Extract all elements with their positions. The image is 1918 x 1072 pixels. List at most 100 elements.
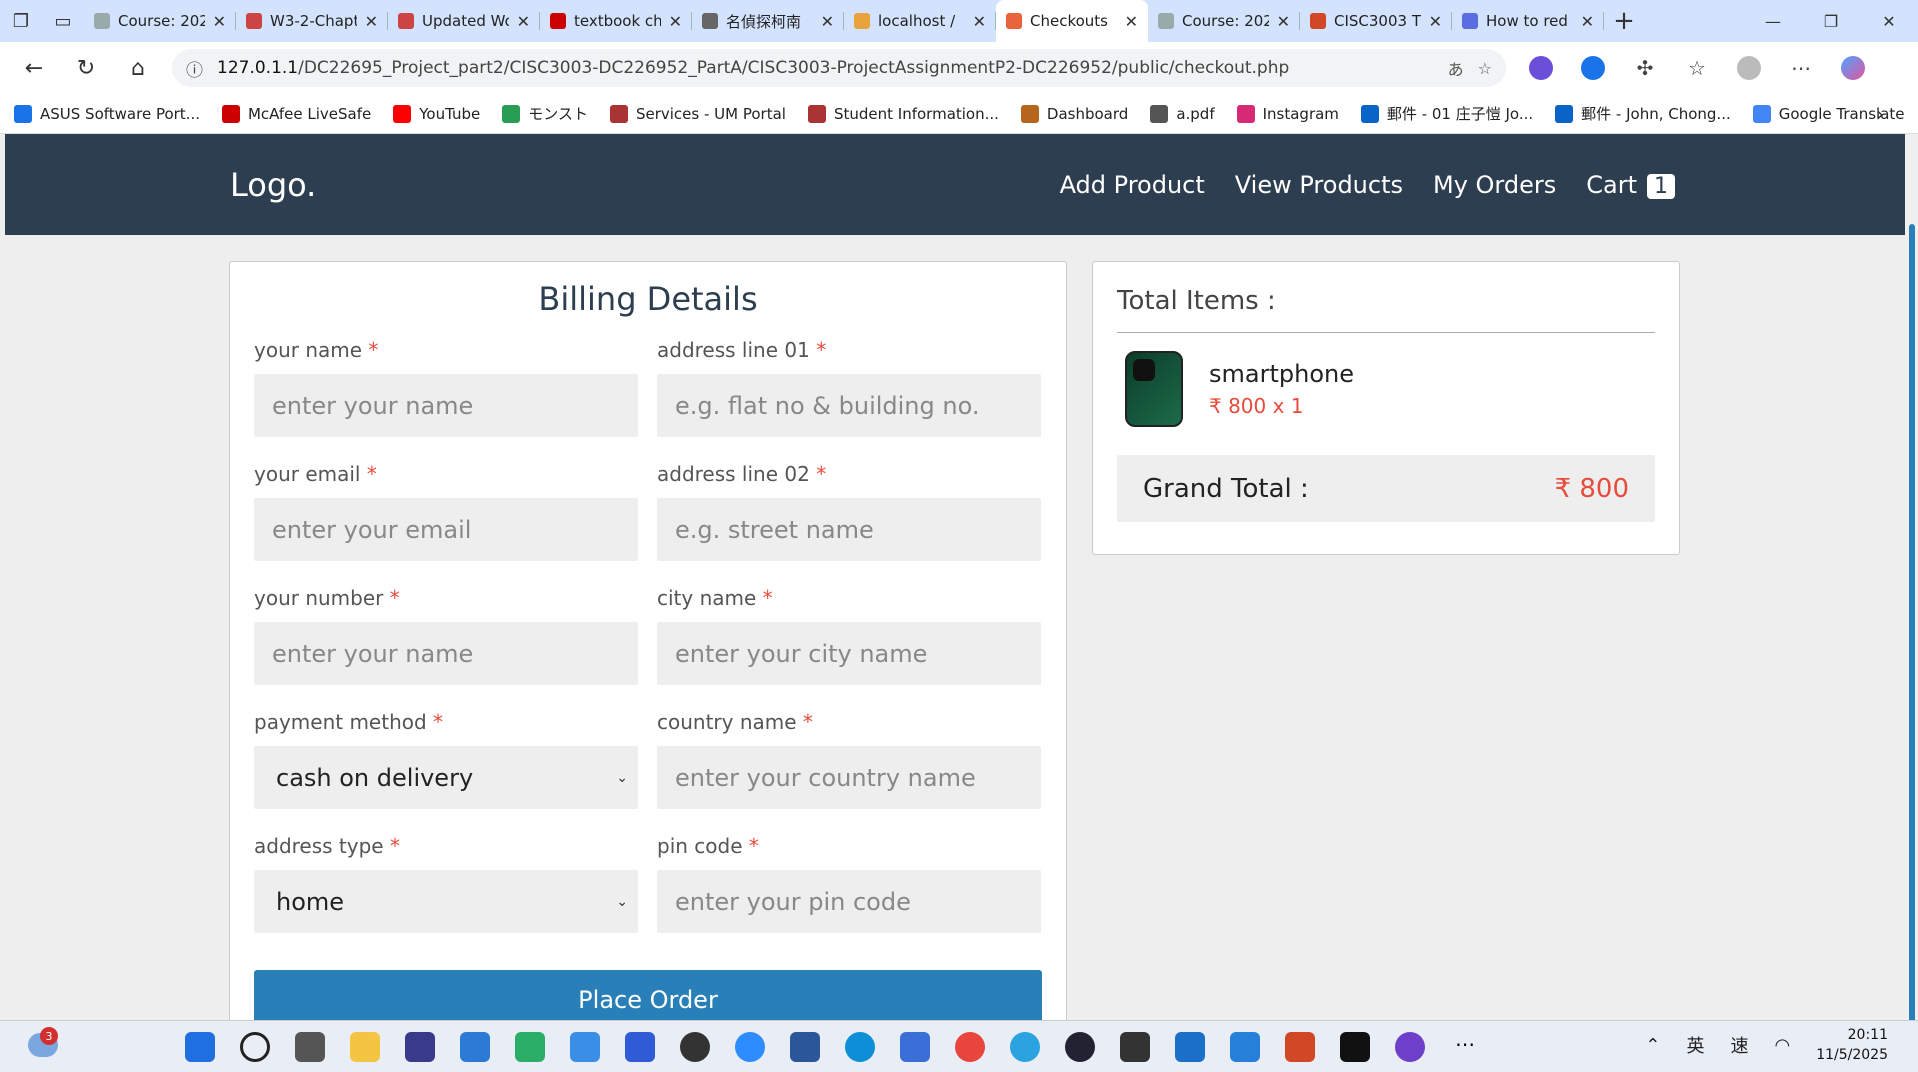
extension-icon[interactable]	[1578, 53, 1608, 83]
text-input[interactable]: enter your email	[254, 498, 638, 561]
ime-mode-indicator[interactable]: 速	[1730, 1032, 1748, 1058]
select-field[interactable]: cash on delivery ⌄	[254, 746, 638, 809]
browser-tab[interactable]: Course: 2025 ✕	[1148, 0, 1300, 42]
start-icon[interactable]	[185, 1032, 215, 1062]
browser-tab[interactable]: 名偵探柯南 ✕	[692, 0, 844, 42]
close-tab-icon[interactable]: ✕	[1125, 12, 1138, 31]
app-icon[interactable]	[1230, 1032, 1260, 1062]
ime-indicator[interactable]: 英	[1686, 1032, 1704, 1058]
home-icon[interactable]: ⌂	[112, 42, 164, 94]
browser-tab[interactable]: Updated Wo ✕	[388, 0, 540, 42]
nav-add-product[interactable]: Add Product	[1060, 171, 1205, 199]
extensions-puzzle-icon[interactable]: ✣	[1630, 53, 1660, 83]
edge-icon[interactable]	[845, 1032, 875, 1062]
select-field[interactable]: home ⌄	[254, 870, 638, 933]
extension-icon[interactable]	[1526, 53, 1556, 83]
translate-icon[interactable]: あ	[1448, 56, 1464, 80]
browser-tab[interactable]: localhost / ✕	[844, 0, 996, 42]
terminal-icon[interactable]	[1120, 1032, 1150, 1062]
app-icon[interactable]	[1065, 1032, 1095, 1062]
telegram-icon[interactable]	[1010, 1032, 1040, 1062]
clock[interactable]: 20:11 11/5/2025	[1816, 1025, 1888, 1065]
app-icon[interactable]	[1175, 1032, 1205, 1062]
close-tab-icon[interactable]: ✕	[669, 12, 682, 31]
bookmark-item[interactable]: Dashboard	[1020, 103, 1128, 124]
copilot-icon[interactable]	[1838, 53, 1868, 83]
new-tab-button[interactable]: +	[1604, 0, 1644, 42]
close-tab-icon[interactable]: ✕	[1429, 12, 1442, 31]
favorite-star-icon[interactable]: ☆	[1478, 59, 1492, 78]
tab-actions-icon[interactable]: ▭	[42, 0, 84, 42]
bookmark-item[interactable]: Instagram	[1236, 103, 1339, 124]
favorites-icon[interactable]: ☆	[1682, 53, 1712, 83]
text-input[interactable]: enter your city name	[657, 622, 1041, 685]
reload-icon[interactable]: ↻	[60, 42, 112, 94]
console-icon[interactable]	[1340, 1032, 1370, 1062]
more-menu-icon[interactable]: ⋯	[1786, 53, 1816, 83]
close-tab-icon[interactable]: ✕	[821, 12, 834, 31]
address-bar[interactable]: ⓘ 127.0.1.1/DC22695_Project_part2/CISC30…	[172, 49, 1506, 87]
text-input[interactable]: enter your name	[254, 374, 638, 437]
site-info-icon[interactable]: ⓘ	[186, 56, 203, 81]
snipping-tool-icon[interactable]	[460, 1032, 490, 1062]
browser-tab[interactable]: Course: 2025 ✕	[84, 0, 236, 42]
task-view-icon[interactable]	[295, 1032, 325, 1062]
browser-tab[interactable]: How to red ✕	[1452, 0, 1604, 42]
powerpoint-icon[interactable]	[1285, 1032, 1315, 1062]
text-input[interactable]: enter your country name	[657, 746, 1041, 809]
more-apps-icon[interactable]: ⋯	[1450, 1032, 1480, 1062]
bookmark-item[interactable]: YouTube	[393, 103, 480, 124]
close-tab-icon[interactable]: ✕	[973, 12, 986, 31]
chrome-icon[interactable]	[955, 1032, 985, 1062]
text-input[interactable]: enter your pin code	[657, 870, 1041, 933]
bookmark-item[interactable]: 郵件 - John, Chong...	[1555, 103, 1731, 124]
workspaces-icon[interactable]: ❐	[0, 0, 42, 42]
github-icon[interactable]	[1395, 1032, 1425, 1062]
search-icon[interactable]	[240, 1032, 270, 1062]
close-window-icon[interactable]: ✕	[1860, 0, 1918, 42]
profile-avatar[interactable]	[1734, 53, 1764, 83]
browser-tab[interactable]: Checkouts ✕	[996, 0, 1148, 42]
restore-icon[interactable]: ❐	[1802, 0, 1860, 42]
media-player-icon[interactable]	[680, 1032, 710, 1062]
minimize-icon[interactable]: —	[1744, 0, 1802, 42]
close-tab-icon[interactable]: ✕	[365, 12, 378, 31]
browser-tab[interactable]: textbook ch ✕	[540, 0, 692, 42]
wifi-icon[interactable]: ◠	[1774, 1035, 1790, 1056]
form-field: address line 01 * e.g. flat no & building…	[657, 338, 1041, 462]
notepad-icon[interactable]	[900, 1032, 930, 1062]
file-explorer-icon[interactable]	[350, 1032, 380, 1062]
bookmark-item[interactable]: モンスト	[502, 103, 588, 124]
text-input[interactable]: e.g. flat no & building no.	[657, 374, 1041, 437]
close-tab-icon[interactable]: ✕	[1581, 12, 1594, 31]
browser-tab[interactable]: CISC3003 T ✕	[1300, 0, 1452, 42]
bookmark-item[interactable]: McAfee LiveSafe	[221, 103, 371, 124]
close-tab-icon[interactable]: ✕	[1277, 12, 1290, 31]
zoom-icon[interactable]	[735, 1032, 765, 1062]
chevron-up-icon[interactable]: ⌃	[1645, 1035, 1660, 1056]
nav-cart[interactable]: Cart 1	[1586, 171, 1675, 199]
bookmark-item[interactable]: Student Information...	[807, 103, 999, 124]
bookmark-item[interactable]: Services - UM Portal	[609, 103, 786, 124]
bookmark-item[interactable]: 郵件 - 01 庄子愷 Jo...	[1360, 103, 1533, 124]
text-input[interactable]: enter your name	[254, 622, 638, 685]
close-tab-icon[interactable]: ✕	[517, 12, 530, 31]
app-icon[interactable]	[405, 1032, 435, 1062]
text-input[interactable]: e.g. street name	[657, 498, 1041, 561]
place-order-button[interactable]: Place Order	[254, 970, 1042, 1020]
control-panel-icon[interactable]	[570, 1032, 600, 1062]
bookmark-item[interactable]: a.pdf	[1150, 103, 1215, 124]
site-logo[interactable]: Logo.	[230, 166, 316, 204]
back-icon[interactable]: ←	[8, 42, 60, 94]
scrollbar-thumb[interactable]	[1909, 224, 1915, 1024]
browser-tab[interactable]: W3-2-Chapter ✕	[236, 0, 388, 42]
nav-my-orders[interactable]: My Orders	[1433, 171, 1556, 199]
chevron-right-icon[interactable]: ›	[1876, 102, 1884, 126]
bookmark-item[interactable]: ASUS Software Port...	[14, 103, 200, 124]
wechat-icon[interactable]	[515, 1032, 545, 1062]
word-icon[interactable]	[790, 1032, 820, 1062]
nav-view-products[interactable]: View Products	[1235, 171, 1403, 199]
close-tab-icon[interactable]: ✕	[213, 12, 226, 31]
page-scrollbar[interactable]	[1905, 134, 1918, 1024]
app-icon[interactable]	[625, 1032, 655, 1062]
